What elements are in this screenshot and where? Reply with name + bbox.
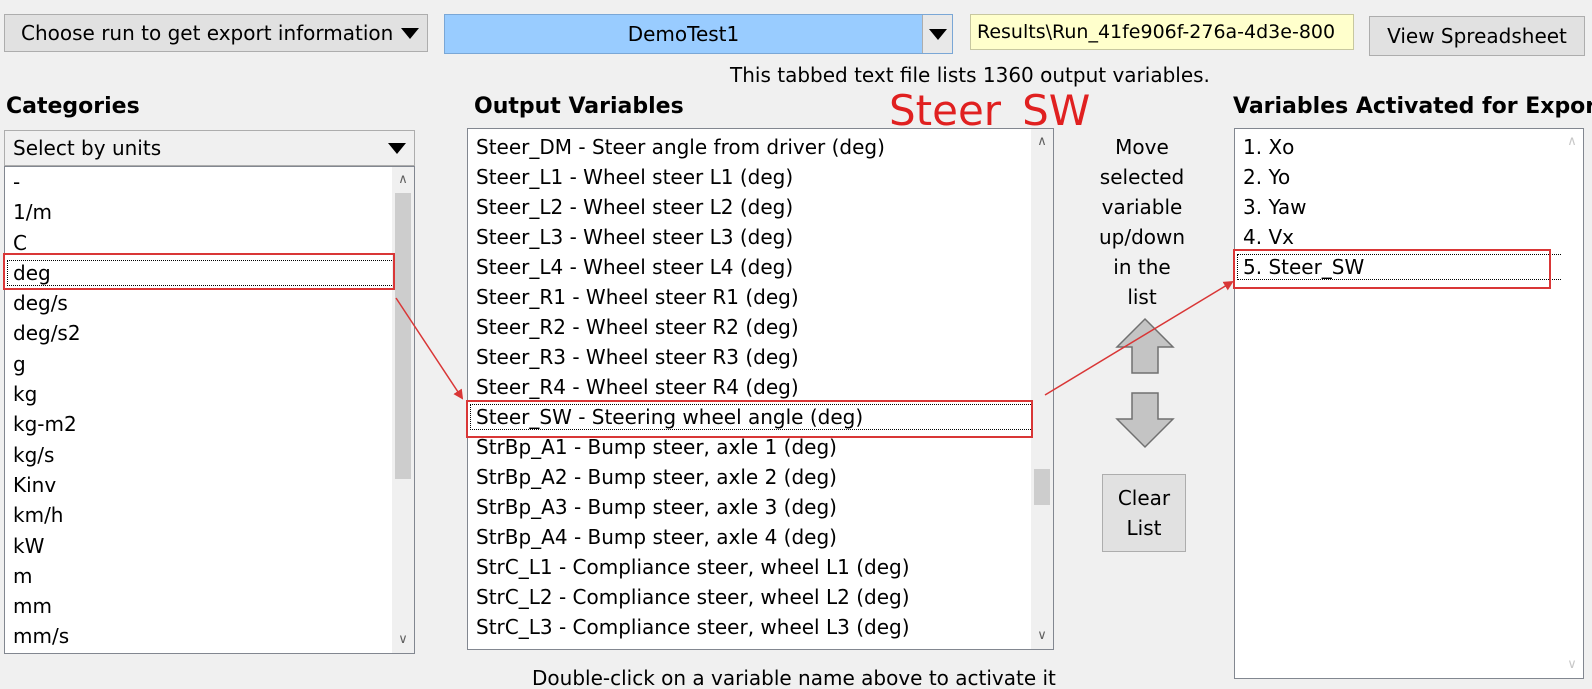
annotation-arrows xyxy=(395,280,1234,400)
arrow-category-to-variable xyxy=(395,297,464,400)
arrow-variable-to-export xyxy=(1044,280,1234,396)
